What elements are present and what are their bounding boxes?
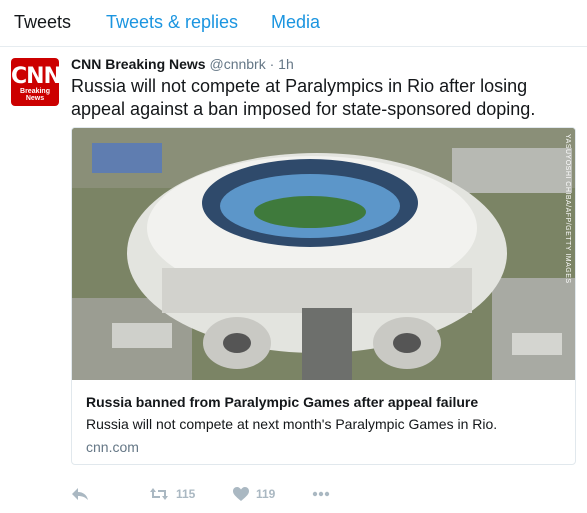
tweet-actions: 115 119 xyxy=(71,482,571,506)
like-count: 119 xyxy=(256,487,276,501)
retweet-count: 115 xyxy=(176,487,196,501)
separator-dot: · xyxy=(269,56,275,72)
avatar-subtext: Breaking News xyxy=(20,88,50,102)
like-button[interactable]: 119 xyxy=(233,482,275,506)
profile-tabs: Tweets Tweets & replies Media xyxy=(0,0,587,47)
retweet-icon xyxy=(150,488,168,500)
reply-icon xyxy=(72,488,88,500)
card-domain: cnn.com xyxy=(86,439,139,455)
author-handle[interactable]: @cnnbrk xyxy=(209,56,265,72)
image-credit: YASUYOSHI CHIBA/AFP/GETTY IMAGES xyxy=(564,134,571,284)
tweet-text: Russia will not compete at Paralympics i… xyxy=(71,76,536,119)
avatar[interactable]: CNN Breaking News xyxy=(11,58,59,106)
reply-button[interactable] xyxy=(71,482,89,506)
more-options-button[interactable] xyxy=(312,482,330,506)
tab-tweets-and-replies[interactable]: Tweets & replies xyxy=(106,12,238,33)
tweet-timestamp[interactable]: 1h xyxy=(278,56,294,72)
card-title[interactable]: Russia banned from Paralympic Games afte… xyxy=(86,394,478,410)
avatar-logo-text: CNN xyxy=(11,64,59,89)
tab-tweets[interactable]: Tweets xyxy=(14,12,71,33)
link-card[interactable]: YASUYOSHI CHIBA/AFP/GETTY IMAGES Russia … xyxy=(71,127,576,465)
tweet-header: CNN Breaking News @cnnbrk · 1h xyxy=(71,56,294,72)
card-description: Russia will not compete at next month's … xyxy=(86,416,498,432)
author-name[interactable]: CNN Breaking News xyxy=(71,56,206,72)
more-dots-icon xyxy=(312,491,330,497)
card-image xyxy=(72,128,575,380)
retweet-button[interactable]: 115 xyxy=(149,482,195,506)
heart-icon xyxy=(233,486,249,501)
tab-media[interactable]: Media xyxy=(271,12,320,33)
